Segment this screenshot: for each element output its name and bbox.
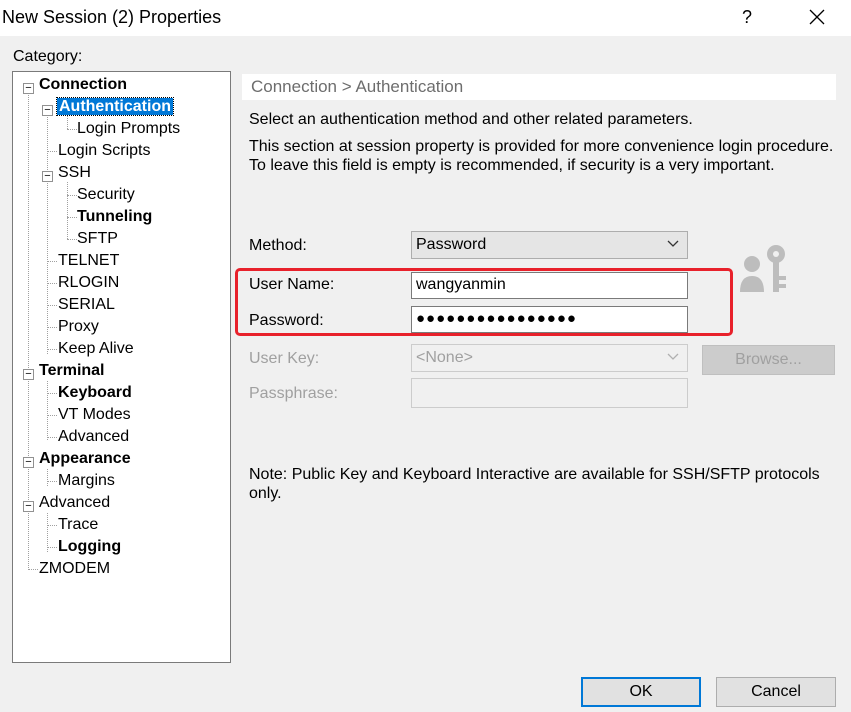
tree-item-advanced[interactable]: Advanced (39, 492, 110, 514)
category-tree[interactable]: − − − − − − Connection Authentication Lo… (12, 71, 231, 663)
breadcrumb: Connection > Authentication (242, 74, 836, 100)
chevron-down-icon (667, 240, 679, 247)
tree-item-keyboard[interactable]: Keyboard (58, 382, 132, 404)
tree-item-trace[interactable]: Trace (58, 514, 98, 536)
method-label: Method: (249, 237, 307, 254)
tree-item-keep-alive[interactable]: Keep Alive (58, 338, 134, 360)
tree-item-appearance[interactable]: Appearance (39, 448, 131, 470)
window-title: New Session (2) Properties (2, 7, 222, 27)
user-key-icon (736, 242, 790, 303)
expand-collapse-icon[interactable]: − (42, 105, 53, 116)
tree-item-margins[interactable]: Margins (58, 470, 115, 492)
tree-item-login-scripts[interactable]: Login Scripts (58, 140, 151, 162)
tree-item-rlogin[interactable]: RLOGIN (58, 272, 119, 294)
tree-item-proxy[interactable]: Proxy (58, 316, 99, 338)
title-bar: New Session (2) Properties ? (0, 0, 851, 36)
userkey-label: User Key: (249, 350, 320, 367)
tree-item-vt-modes[interactable]: VT Modes (58, 404, 131, 426)
tree-item-serial[interactable]: SERIAL (58, 294, 115, 316)
tree-item-zmodem[interactable]: ZMODEM (39, 558, 110, 580)
tree-item-logging[interactable]: Logging (58, 536, 121, 558)
tree-item-ssh[interactable]: SSH (58, 162, 91, 184)
help-button[interactable]: ? (735, 4, 759, 30)
chevron-down-icon (667, 353, 679, 360)
tree-item-login-prompts[interactable]: Login Prompts (77, 118, 180, 140)
userkey-select[interactable]: <None> (411, 344, 688, 372)
passphrase-field[interactable] (411, 378, 688, 408)
tree-item-authentication[interactable]: Authentication (56, 96, 174, 118)
browse-button[interactable]: Browse... (702, 345, 835, 375)
close-icon (809, 9, 825, 25)
expand-collapse-icon[interactable]: − (23, 83, 34, 94)
tree-item-sftp[interactable]: SFTP (77, 228, 118, 250)
expand-collapse-icon[interactable]: − (23, 457, 34, 468)
userkey-value: <None> (416, 349, 473, 366)
close-button[interactable] (795, 4, 839, 32)
tree-item-terminal[interactable]: Terminal (39, 360, 105, 382)
method-value: Password (416, 236, 487, 253)
tree-item-tunneling[interactable]: Tunneling (77, 206, 152, 228)
intro-text: Select an authentication method and othe… (249, 111, 693, 128)
tree-item-terminal-advanced[interactable]: Advanced (58, 426, 129, 448)
credentials-highlight (235, 268, 733, 336)
expand-collapse-icon[interactable]: − (42, 171, 53, 182)
tree-item-connection[interactable]: Connection (39, 74, 127, 96)
cancel-button[interactable]: Cancel (716, 677, 836, 707)
description-text: This section at session property is prov… (249, 138, 834, 174)
expand-collapse-icon[interactable]: − (23, 369, 34, 380)
passphrase-label: Passphrase: (249, 385, 338, 402)
expand-collapse-icon[interactable]: − (23, 501, 34, 512)
tree-item-telnet[interactable]: TELNET (58, 250, 119, 272)
category-label: Category: (13, 48, 83, 65)
tree-item-security[interactable]: Security (77, 184, 135, 206)
method-select[interactable]: Password (411, 231, 688, 259)
note-text: Note: Public Key and Keyboard Interactiv… (249, 466, 820, 502)
ok-button[interactable]: OK (581, 677, 701, 707)
